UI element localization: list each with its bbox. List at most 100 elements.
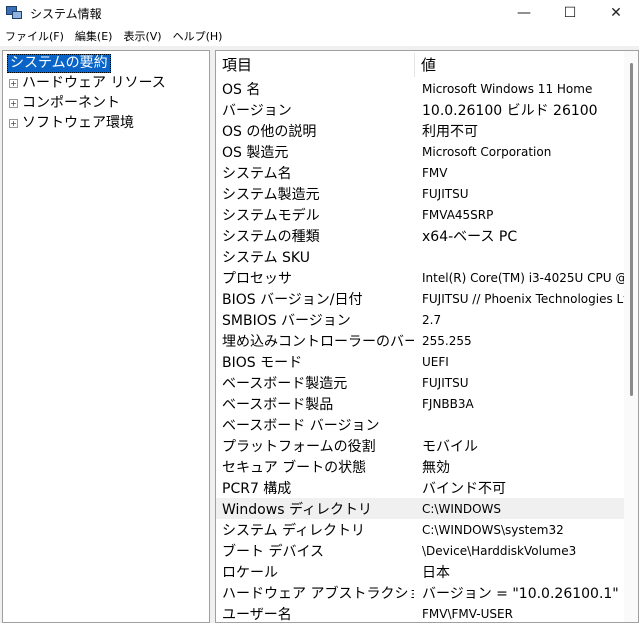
table-row[interactable]: SMBIOS バージョン 2.7 <box>216 309 626 330</box>
table-row[interactable]: プロセッサ Intel(R) Core(TM) i3-4025U CPU @ <box>216 267 628 288</box>
row-value: 255.255 <box>422 333 472 348</box>
row-item: OS 名 <box>222 81 261 98</box>
table-row[interactable]: システムの種類 x64-ベース PC <box>216 225 626 246</box>
vertical-scrollbar[interactable] <box>624 51 638 622</box>
expand-icon[interactable]: + <box>9 98 18 108</box>
row-value: FMV <box>422 165 448 180</box>
system-info-app-icon <box>6 6 22 20</box>
row-value: FJNBB3A <box>422 396 474 411</box>
row-value: FUJITSU <box>422 186 469 201</box>
row-item: OS の他の説明 <box>222 123 317 140</box>
table-row[interactable]: BIOS バージョン/日付 FUJITSU // Phoenix Technolo… <box>216 288 628 309</box>
row-value: Intel(R) Core(TM) i3-4025U CPU @ <box>422 270 628 285</box>
table-row[interactable]: ブート デバイス \Device\HarddiskVolume3 <box>216 540 626 561</box>
column-divider[interactable] <box>414 53 415 77</box>
tree-item-hardware-resources[interactable]: + ハードウェア リソース <box>9 73 166 93</box>
column-header-value[interactable]: 値 <box>421 54 436 75</box>
row-value: バージョン = "10.0.26100.1" <box>422 585 619 602</box>
row-item: OS 製造元 <box>222 144 289 161</box>
table-row[interactable]: PCR7 構成 バインド不可 <box>216 477 626 498</box>
table-row[interactable]: バージョン 10.0.26100 ビルド 26100 <box>216 99 626 120</box>
row-item: セキュア ブートの状態 <box>222 459 367 476</box>
tree-item-label: ソフトウェア環境 <box>22 115 134 131</box>
row-value: モバイル <box>422 438 478 455</box>
row-value: 10.0.26100 ビルド 26100 <box>422 102 598 119</box>
table-row[interactable]: システム SKU <box>216 246 626 267</box>
table-row[interactable]: システム名 FMV <box>216 162 626 183</box>
row-item: ベースボード製品 <box>222 396 334 413</box>
table-header: 項目 値 <box>216 51 626 77</box>
window-title: システム情報 <box>30 6 102 21</box>
table-row[interactable]: ベースボード製造元 FUJITSU <box>216 372 626 393</box>
row-item: システムの種類 <box>222 228 320 245</box>
row-item: システム製造元 <box>222 186 320 203</box>
row-value: 利用不可 <box>422 123 478 140</box>
row-value: 2.7 <box>422 312 442 327</box>
tree-item-software-environment[interactable]: + ソフトウェア環境 <box>9 113 134 133</box>
row-item: BIOS バージョン/日付 <box>222 291 363 308</box>
table-row[interactable]: システム ディレクトリ C:\WINDOWS\system32 <box>216 519 626 540</box>
row-item: システム ディレクトリ <box>222 522 366 539</box>
table-row[interactable]: セキュア ブートの状態 無効 <box>216 456 626 477</box>
table-row[interactable]: OS の他の説明 利用不可 <box>216 120 626 141</box>
menu-view[interactable]: 表示(V) <box>118 28 167 44</box>
row-item: ベースボード製造元 <box>222 375 348 392</box>
menu-help[interactable]: ヘルプ(H) <box>168 28 229 44</box>
row-value: C:\WINDOWS <box>422 501 502 516</box>
tree-item-label: ハードウェア リソース <box>22 75 166 91</box>
row-item: システムモデル <box>222 207 320 224</box>
minimize-button[interactable]: — <box>501 0 547 26</box>
row-item: SMBIOS バージョン <box>222 312 351 329</box>
row-value: FUJITSU <box>422 375 469 390</box>
row-item: 埋め込みコントローラーのバー... <box>222 333 414 350</box>
row-item: プラットフォームの役割 <box>222 438 376 455</box>
column-header-item[interactable]: 項目 <box>222 54 252 75</box>
menu-bar: ファイル(F) 編集(E) 表示(V) ヘルプ(H) <box>0 26 639 46</box>
maximize-button[interactable]: ☐ <box>547 0 593 26</box>
tree-item-system-summary[interactable]: システムの要約 <box>7 54 111 73</box>
row-item: BIOS モード <box>222 354 303 371</box>
expand-icon[interactable]: + <box>9 118 18 128</box>
table-row[interactable]: 埋め込みコントローラーのバー... 255.255 <box>216 330 626 351</box>
row-value: \Device\HarddiskVolume3 <box>422 543 577 558</box>
row-value: C:\WINDOWS\system32 <box>422 522 564 537</box>
row-item: ロケール <box>222 564 278 581</box>
table-row[interactable]: プラットフォームの役割 モバイル <box>216 435 626 456</box>
row-item: バージョン <box>222 102 292 119</box>
row-value: バインド不可 <box>422 480 506 497</box>
table-row[interactable]: ハードウェア アブストラクション ... バージョン = "10.0.26100.… <box>216 582 626 603</box>
scrollbar-thumb[interactable] <box>630 63 633 396</box>
menu-edit[interactable]: 編集(E) <box>70 28 119 44</box>
title-bar: システム情報 — ☐ ✕ <box>0 0 639 26</box>
row-item: プロセッサ <box>222 270 292 287</box>
table-row[interactable]: BIOS モード UEFI <box>216 351 626 372</box>
close-button[interactable]: ✕ <box>593 0 639 26</box>
category-tree: システムの要約 + ハードウェア リソース + コンポーネント + ソフトウェア環境 <box>2 50 210 623</box>
row-item: システム SKU <box>222 249 310 266</box>
row-item: システム名 <box>222 165 292 182</box>
table-row[interactable]: システム製造元 FUJITSU <box>216 183 626 204</box>
row-value: FMV\FMV-USER <box>422 606 513 621</box>
table-row[interactable]: システムモデル FMVA45SRP <box>216 204 626 225</box>
row-item: ハードウェア アブストラクション ... <box>222 585 414 602</box>
table-row[interactable]: ロケール 日本 <box>216 561 626 582</box>
table-row[interactable]: OS 製造元 Microsoft Corporation <box>216 141 626 162</box>
row-value: Microsoft Corporation <box>422 144 552 159</box>
table-row[interactable]: ユーザー名 FMV\FMV-USER <box>216 603 626 623</box>
row-item: ユーザー名 <box>222 606 292 623</box>
summary-table: 項目 値 OS 名 Microsoft Windows 11 Home バージョン 1… <box>215 50 639 623</box>
expand-icon[interactable]: + <box>9 78 18 88</box>
tree-item-components[interactable]: + コンポーネント <box>9 93 120 113</box>
row-value: FUJITSU // Phoenix Technologies Lt <box>422 291 628 306</box>
row-value: 無効 <box>422 459 450 476</box>
menu-file[interactable]: ファイル(F) <box>0 28 70 44</box>
row-value: 日本 <box>422 564 450 581</box>
table-row[interactable]: Windows ディレクトリ C:\WINDOWS <box>216 498 626 519</box>
table-row[interactable]: OS 名 Microsoft Windows 11 Home <box>216 78 626 99</box>
table-row[interactable]: ベースボード バージョン <box>216 414 626 435</box>
row-value: x64-ベース PC <box>422 228 518 245</box>
table-row[interactable]: ベースボード製品 FJNBB3A <box>216 393 626 414</box>
row-item: PCR7 構成 <box>222 480 292 497</box>
row-value: Microsoft Windows 11 Home <box>422 81 593 96</box>
tree-item-label: コンポーネント <box>22 95 120 111</box>
